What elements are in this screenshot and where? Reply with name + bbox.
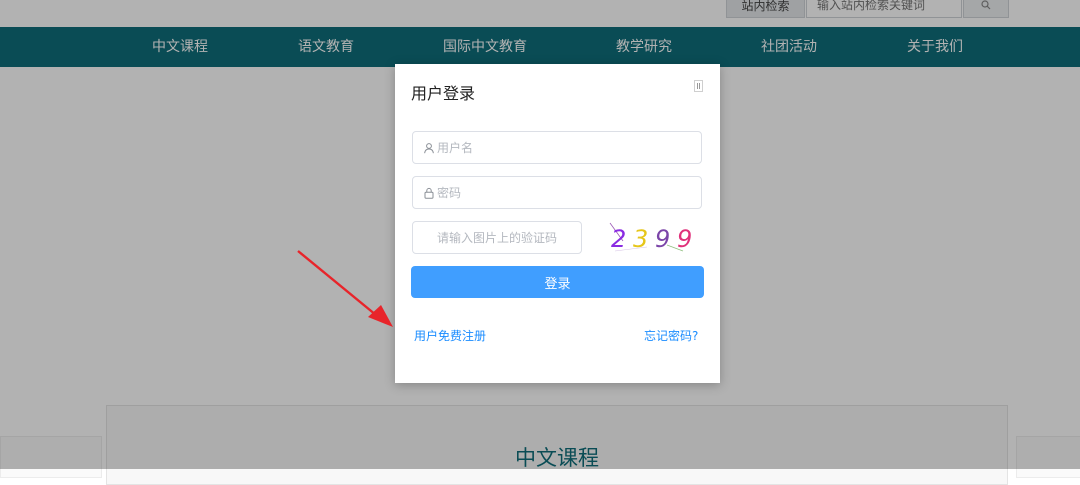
user-icon	[423, 142, 435, 154]
captcha-image[interactable]: 2 3 9 9	[607, 217, 699, 255]
captcha-digit: 2	[611, 225, 626, 253]
modal-title: 用户登录	[411, 84, 476, 103]
username-input[interactable]	[437, 132, 687, 163]
captcha-digit: 3	[633, 225, 648, 253]
captcha-input[interactable]	[413, 222, 581, 253]
register-link[interactable]: 用户免费注册	[414, 327, 486, 344]
captcha-field	[412, 221, 582, 254]
forgot-password-link[interactable]: 忘记密码?	[644, 327, 698, 344]
lock-icon	[423, 187, 435, 199]
password-field	[412, 176, 702, 209]
password-input[interactable]	[437, 177, 687, 208]
captcha-digit: 9	[677, 225, 692, 253]
annotation-arrow	[297, 250, 393, 327]
login-modal: 用户登录 2 3 9 9	[395, 64, 720, 383]
captcha-digit: 9	[655, 225, 670, 253]
close-icon	[697, 83, 700, 89]
close-button[interactable]	[694, 80, 703, 92]
username-field	[412, 131, 702, 164]
login-button[interactable]: 登录	[411, 266, 704, 298]
